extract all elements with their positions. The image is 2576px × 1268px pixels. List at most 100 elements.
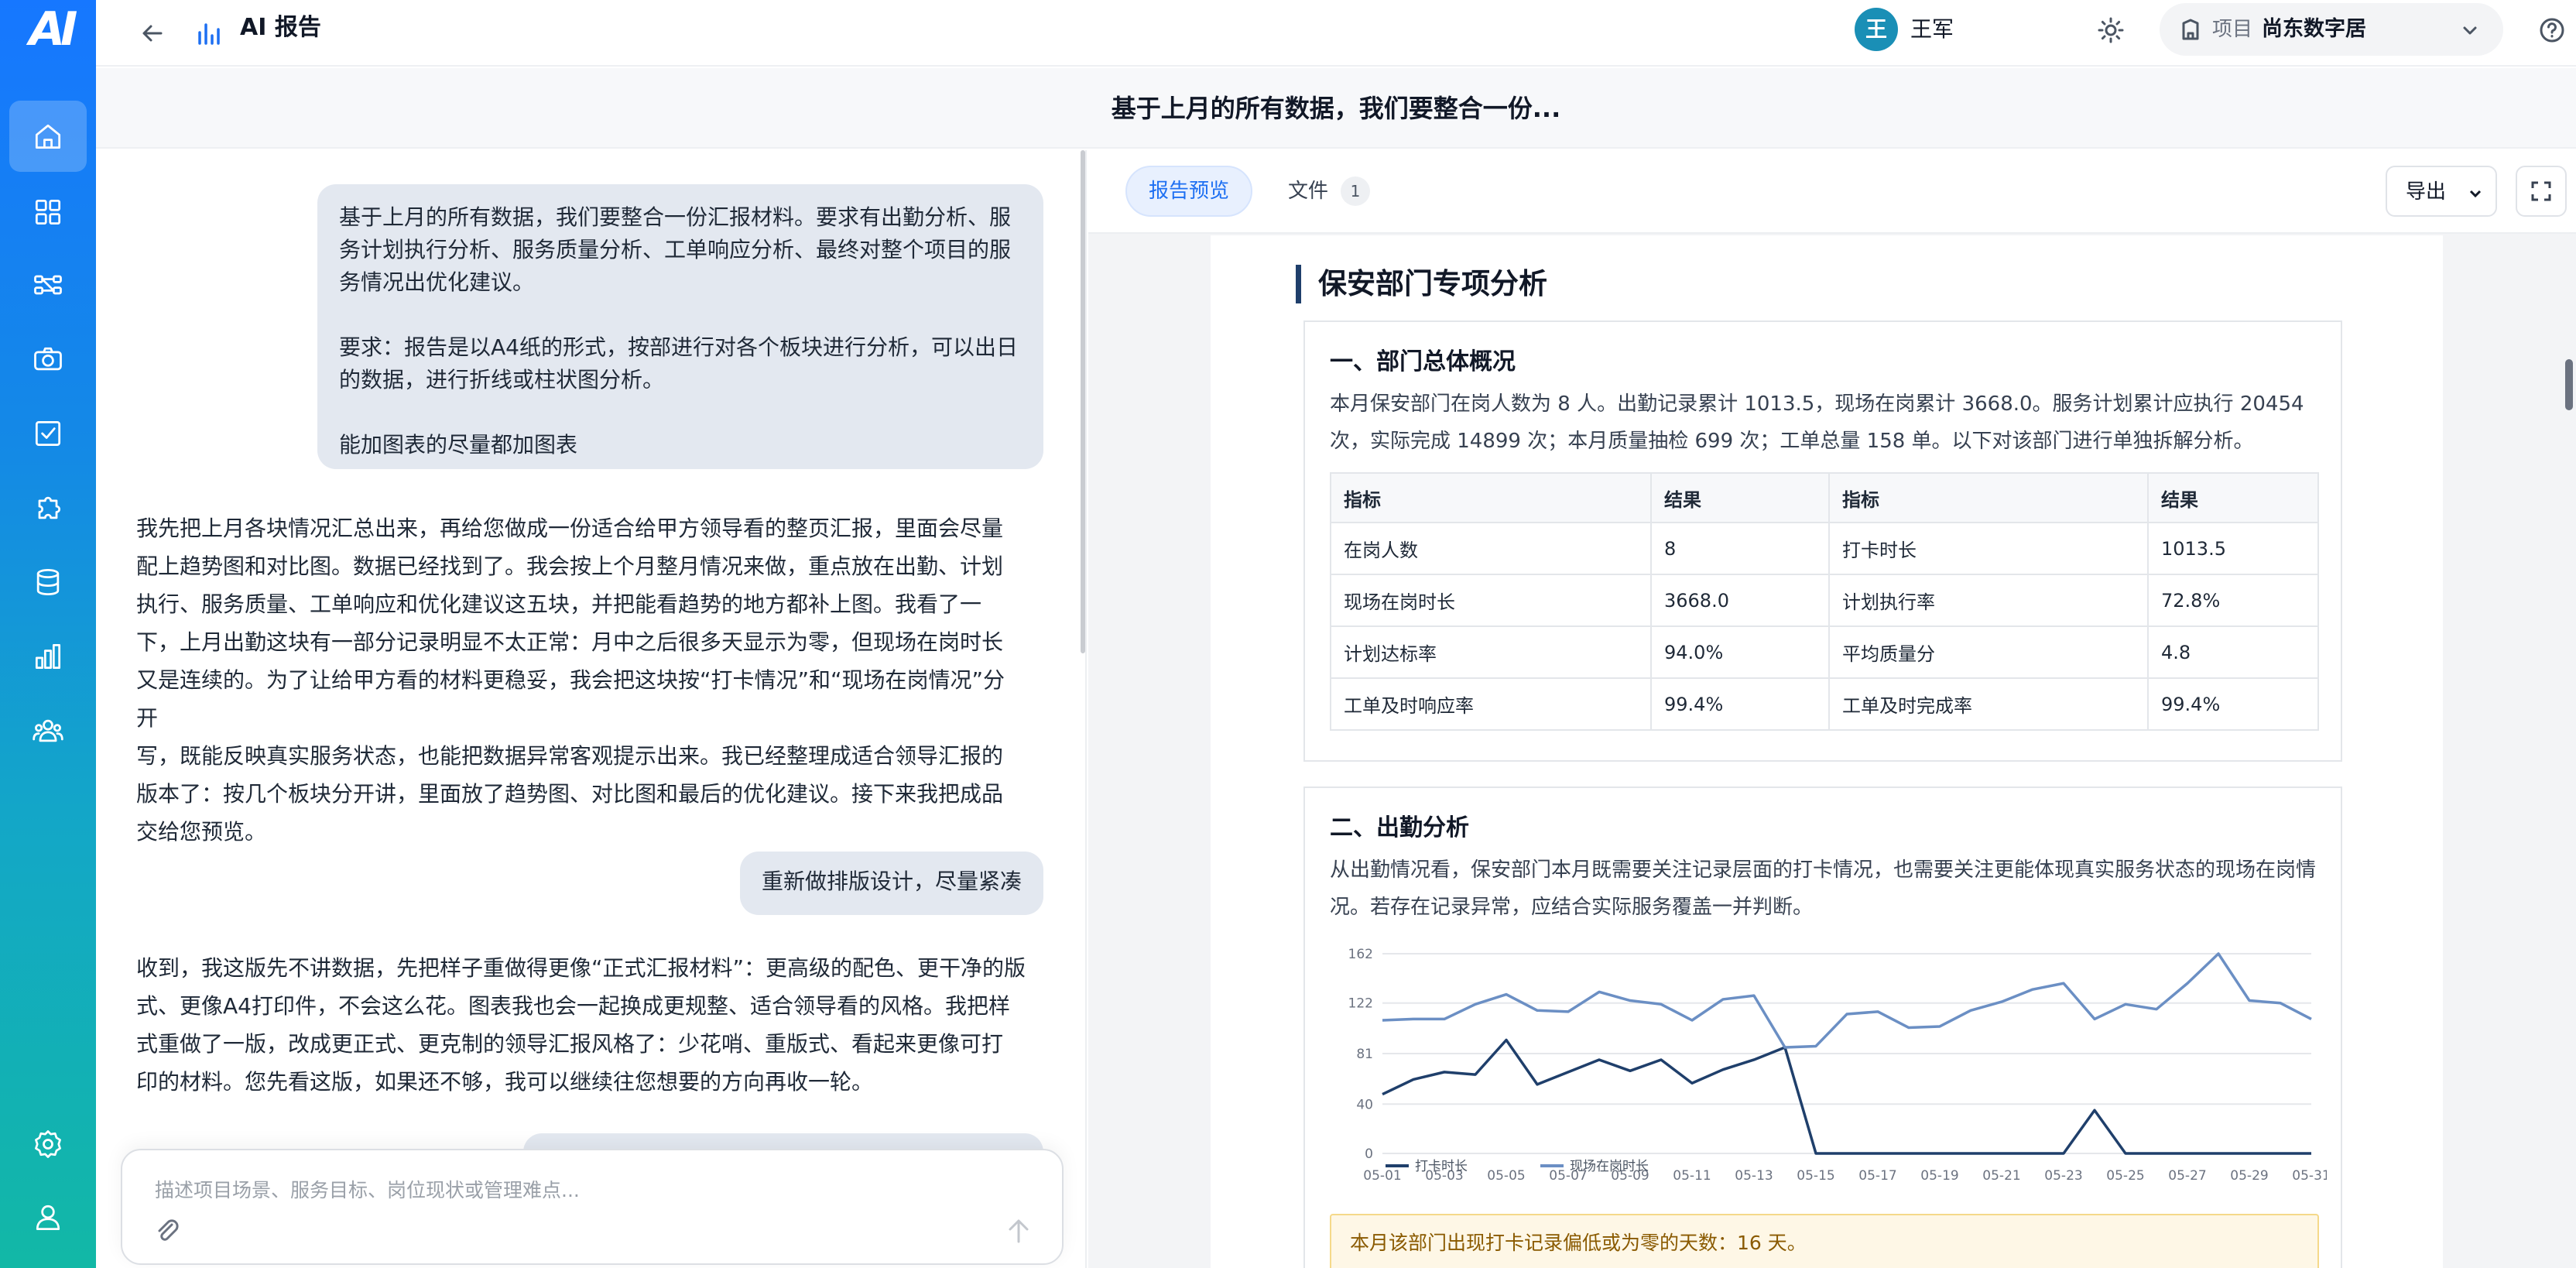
nav-tasks-button[interactable]: [9, 398, 87, 469]
project-value: 尚东数字居: [2262, 17, 2366, 41]
help-button[interactable]: [2533, 11, 2571, 50]
nav-database-button[interactable]: [9, 547, 87, 618]
conversation-title: 基于上月的所有数据，我们要整合一份...: [96, 68, 2576, 149]
app-logo[interactable]: AI: [19, 6, 84, 53]
grid-icon: [35, 199, 61, 225]
series-line-0: [1382, 1038, 2311, 1155]
chevron-down-icon: [2469, 190, 2482, 198]
building-icon: [2182, 19, 2199, 40]
overview-card: 一、部门总体概况 本月保安部门在岗人数为 8 人。出勤记录累计 1013.5，现…: [1303, 320, 2342, 762]
tab-files[interactable]: 文件: [1288, 166, 1328, 217]
theme-toggle-button[interactable]: [2091, 11, 2130, 50]
chat-input-placeholder: 描述项目场景、服务目标、岗位现状或管理难点...: [155, 1179, 580, 1201]
attendance-card: 二、出勤分析 从出勤情况看，保安部门本月既需要关注记录层面的打卡情况，也需要关注…: [1303, 787, 2342, 1268]
table-header-row: 指标 结果 指标 结果: [1330, 472, 2319, 523]
attendance-line-chart: 0408112216205-01 05-03 05-05 05-07 05-09 05-1…: [1348, 947, 2327, 1183]
table-cell: 4.8: [2147, 625, 2319, 679]
assistant-message: 收到，我这版先不讲数据，先把样子重做得更像“正式汇报材料”：更高级的配色、更干净…: [136, 949, 1026, 1101]
table-cell: 8: [1650, 522, 1830, 575]
message-line: 务计划执行分析、服务质量分析、工单响应分析、最终对整个项目的服: [339, 237, 1012, 262]
puzzle-icon: [38, 496, 61, 519]
team-icon: [33, 719, 63, 742]
user-avatar[interactable]: 王: [1855, 8, 1898, 51]
export-label: 导出: [2406, 180, 2447, 204]
section-title: 保安部门专项分析: [1296, 265, 1547, 303]
message-line: 重新做排版设计，尽量紧凑: [762, 869, 1023, 894]
paperclip-icon[interactable]: [153, 1217, 181, 1245]
chat-input[interactable]: 描述项目场景、服务目标、岗位现状或管理难点...: [121, 1149, 1064, 1265]
report-chart-icon: [198, 23, 220, 45]
back-button[interactable]: [135, 15, 170, 51]
attendance-title: 二、出勤分析: [1330, 814, 1469, 841]
overview-text-line: 次，实际完成 14899 次；本月质量抽检 699 次；工单总量 158 单。以…: [1330, 430, 2254, 453]
message-line: 又是连续的。为了让给甲方看的材料更稳妥，我会把这块按“打卡情况”和“现场在岗情况…: [136, 667, 1005, 731]
message-line: 写，既能反映真实服务状态，也能把数据异常客观提示出来。我已经整理成适合领导汇报的: [136, 743, 1004, 769]
attendance-text-line: 况。若存在记录异常，应结合实际服务覆盖一并判断。: [1330, 896, 1814, 919]
message-line: 基于上月的所有数据，我们要整合一份汇报材料。要求有出勤分析、服: [339, 204, 1012, 230]
message-line: 印的材料。您先看这版，如果还不够，我可以继续往您想要的方向再收一轮。: [136, 1069, 874, 1095]
project-selector[interactable]: 项目 尚东数字居: [2160, 3, 2503, 56]
table-cell: 94.0%: [1650, 625, 1830, 679]
x-tick-label: 05-25: [2106, 1168, 2144, 1183]
table-cell: 99.4%: [1650, 677, 1830, 731]
y-tick-label: 162: [1348, 947, 1373, 962]
page-title: AI 报告: [240, 14, 321, 41]
workflow-icon: [34, 275, 62, 295]
table-header: 指标: [1828, 472, 2149, 523]
y-tick-label: 122: [1348, 996, 1373, 1012]
message-line: 式、更像A4打印件，不会这么花。图表我也会一起换成更规整、适合领导看的风格。我把…: [136, 993, 1010, 1019]
attendance-text-line: 从出勤情况看，保安部门本月既需要关注记录层面的打卡情况，也需要关注更能体现真实服…: [1330, 858, 2317, 882]
nav-home-button[interactable]: [9, 101, 87, 172]
x-tick-label: 05-23: [2044, 1168, 2082, 1183]
message-line: 收到，我这版先不讲数据，先把样子重做得更像“正式汇报材料”：更高级的配色、更干净…: [136, 955, 1026, 981]
nav-settings-button[interactable]: [9, 1109, 87, 1180]
nav-workflow-button[interactable]: [9, 249, 87, 320]
message-line: 要求：报告是以A4纸的形式，按部进行对各个板块进行分析，可以出日: [339, 334, 1018, 360]
message-line: 能加图表的尽量都加图表: [339, 432, 578, 458]
x-tick-label: 05-11: [1673, 1168, 1711, 1183]
y-tick-label: 0: [1365, 1146, 1373, 1162]
message-line: 我先把上月各块情况汇总出来，再给您做成一份适合给甲方领导看的整页汇报，里面会尽量: [136, 516, 1004, 541]
x-tick-label: 05-13: [1735, 1168, 1773, 1183]
tab-report-preview[interactable]: 报告预览: [1125, 166, 1252, 217]
message-line: 交给您预览。: [136, 819, 267, 845]
chat-scrollbar[interactable]: [1081, 150, 1085, 653]
nav-profile-button[interactable]: [9, 1181, 87, 1253]
table-cell: 计划达标率: [1330, 625, 1652, 679]
report-scrollbar[interactable]: [2565, 359, 2573, 410]
send-arrow-icon[interactable]: [1003, 1215, 1034, 1246]
nav-analytics-button[interactable]: [9, 621, 87, 692]
nav-team-button[interactable]: [9, 695, 87, 766]
table-cell: 打卡时长: [1828, 522, 2149, 575]
files-count-badge: 1: [1341, 176, 1370, 206]
table-row: 工单及时响应率 99.4% 工单及时完成率 99.4%: [1330, 677, 2319, 731]
user-message: 重新做排版设计，尽量紧凑: [740, 852, 1043, 915]
settings-icon: [35, 1130, 61, 1158]
user-name[interactable]: 王军: [1910, 15, 1954, 43]
message-line: 执行、服务质量、工单响应和优化建议这五块，并把能看趋势的地方都补上图。我看了一: [136, 591, 982, 617]
report-page: 保安部门专项分析 一、部门总体概况 本月保安部门在岗人数为 8 人。出勤记录累计…: [1211, 235, 2443, 1268]
fullscreen-button[interactable]: [2516, 166, 2567, 217]
y-tick-label: 81: [1356, 1047, 1373, 1062]
attendance-alert: 本月该部门出现打卡记录偏低或为零的天数：16 天。: [1330, 1214, 2319, 1268]
nav-grid-button[interactable]: [9, 176, 87, 248]
message-line: 版本了：按几个板块分开讲，里面放了趋势图、对比图和最后的优化建议。接下来我把成品: [136, 781, 1004, 807]
nav-plugins-button[interactable]: [9, 472, 87, 543]
user-message: 基于上月的所有数据，我们要整合一份汇报材料。要求有出勤分析、服 务计划执行分析、…: [317, 184, 1043, 469]
y-tick-label: 40: [1356, 1097, 1373, 1112]
nav-camera-button[interactable]: [9, 324, 87, 395]
table-row: 现场在岗时长 3668.0 计划执行率 72.8%: [1330, 574, 2319, 627]
x-tick-label: 05-01: [1363, 1168, 1401, 1183]
project-label: 项目: [2212, 18, 2253, 41]
x-tick-label: 05-19: [1920, 1168, 1958, 1183]
sun-icon: [2098, 17, 2124, 43]
x-tick-label: 05-21: [1982, 1168, 2020, 1183]
sidebar: AI: [0, 0, 96, 1268]
x-tick-label: 05-15: [1797, 1168, 1834, 1183]
series-line-1: [1382, 952, 2312, 1049]
table-cell: 72.8%: [2147, 574, 2319, 627]
database-icon: [36, 569, 60, 595]
attendance-text: 从出勤情况看，保安部门本月既需要关注记录层面的打卡情况，也需要关注更能体现真实服…: [1330, 852, 2321, 926]
x-tick-label: 05-17: [1858, 1168, 1896, 1183]
export-button[interactable]: 导出: [2386, 166, 2497, 217]
